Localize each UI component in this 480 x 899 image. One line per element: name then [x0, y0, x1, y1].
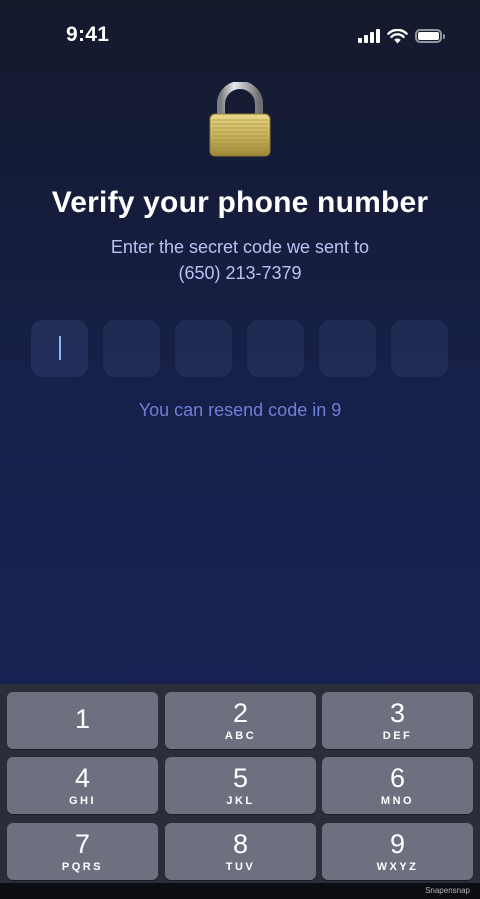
key-9[interactable]: 9 WXYZ [322, 823, 473, 880]
key-4[interactable]: 4 GHI [7, 757, 158, 814]
cellular-signal-icon [358, 29, 380, 43]
code-digit-box-4[interactable] [247, 320, 304, 377]
key-6[interactable]: 6 MNO [322, 757, 473, 814]
wifi-icon [387, 28, 408, 43]
key-digit: 4 [74, 763, 91, 793]
key-5[interactable]: 5 JKL [165, 757, 316, 814]
key-digit: 5 [232, 763, 249, 793]
key-letters: PQRS [61, 861, 104, 873]
key-digit: 6 [389, 763, 406, 793]
key-digit: 3 [389, 698, 406, 728]
code-digit-box-5[interactable] [319, 320, 376, 377]
key-7[interactable]: 7 PQRS [7, 823, 158, 880]
key-digit: 8 [232, 829, 249, 859]
verification-code-input[interactable] [31, 320, 448, 377]
bottom-strip [0, 883, 480, 899]
key-8[interactable]: 8 TUV [165, 823, 316, 880]
key-3[interactable]: 3 DEF [322, 692, 473, 749]
padlock-icon [209, 82, 271, 157]
key-letters: MNO [380, 795, 415, 807]
resend-countdown: You can resend code in 9 [138, 400, 342, 420]
page-title: Verify your phone number [51, 186, 429, 219]
code-digit-box-2[interactable] [103, 320, 160, 377]
code-digit-box-3[interactable] [175, 320, 232, 377]
key-letters: WXYZ [376, 861, 419, 873]
status-bar: 9:41 [0, 0, 480, 72]
subtitle: Enter the secret code we sent to (650) 2… [0, 234, 480, 286]
status-time: 9:41 [66, 23, 110, 46]
key-digit: 2 [232, 698, 249, 728]
key-1[interactable]: 1 [7, 692, 158, 749]
key-letters: JKL [226, 795, 255, 807]
code-digit-box-6[interactable] [391, 320, 448, 377]
key-letters: DEF [382, 730, 413, 742]
numeric-keypad: 1 2 ABC 3 DEF 4 GHI 5 JKL 6 MNO 7 PQRS 8… [0, 684, 480, 899]
watermark: Snapensnap [425, 886, 470, 895]
key-digit: 9 [389, 829, 406, 859]
battery-icon [415, 29, 445, 43]
key-2[interactable]: 2 ABC [165, 692, 316, 749]
text-caret [59, 336, 61, 360]
subtitle-text: Enter the secret code we sent to [110, 237, 370, 257]
key-digit: 1 [74, 704, 91, 734]
key-digit: 7 [74, 829, 91, 859]
key-letters: GHI [68, 795, 97, 807]
status-icons [358, 26, 445, 46]
key-letters: ABC [224, 730, 257, 742]
key-letters: TUV [225, 861, 256, 873]
phone-number: (650) 213-7379 [178, 263, 302, 283]
